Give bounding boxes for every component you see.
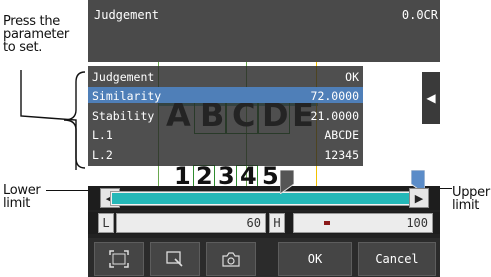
- triangle-left-icon: ◀: [426, 91, 436, 105]
- parameter-panel: Judgement OK Similarity 72.0000 Stabilit…: [88, 66, 363, 166]
- lower-handle-icon: [279, 169, 295, 195]
- param-row-judgement[interactable]: Judgement OK: [88, 68, 363, 84]
- param-key: L.2: [92, 148, 113, 162]
- ok-button-label: OK: [307, 252, 323, 266]
- header-title: Judgement: [94, 8, 160, 22]
- annotation-line-3: to set.: [3, 40, 43, 55]
- param-key: Stability: [92, 109, 155, 123]
- param-row-l2[interactable]: L.2 12345: [88, 146, 363, 162]
- cancel-button-label: Cancel: [375, 252, 419, 266]
- slider-increase-button[interactable]: ▶: [409, 188, 429, 208]
- upper-limit-value: 100: [406, 216, 428, 230]
- lower-limit-tag: L: [98, 213, 114, 233]
- param-value: OK: [345, 70, 359, 84]
- param-row-stability[interactable]: Stability 21.0000: [88, 107, 363, 123]
- param-key: Similarity: [92, 89, 162, 103]
- lower-limit-value: 60: [246, 216, 261, 230]
- lower-limit-tag-label: L: [102, 216, 110, 230]
- param-key: Judgement: [92, 70, 155, 84]
- annotation-upper-line-2: limit: [452, 198, 480, 212]
- param-value: 12345: [324, 148, 359, 162]
- cancel-button[interactable]: Cancel: [358, 242, 436, 276]
- marker-icon: [324, 221, 330, 225]
- param-row-similarity[interactable]: Similarity 72.0000: [88, 87, 363, 103]
- slider-track[interactable]: [110, 191, 416, 206]
- camera-button[interactable]: [206, 242, 256, 276]
- lower-limit-handle[interactable]: [279, 169, 295, 195]
- lower-limit-leader: [46, 190, 88, 191]
- frame-icon: [109, 250, 129, 268]
- digit-box: [236, 165, 258, 188]
- param-value: 21.0000: [310, 109, 359, 123]
- device-screen: Judgement 0.0CR A B C D E 1 2 3 4 5 Judg…: [88, 0, 440, 277]
- upper-limit-field[interactable]: 100: [293, 213, 433, 233]
- camera-icon: [222, 251, 240, 267]
- ok-button[interactable]: OK: [278, 242, 352, 276]
- frame-button[interactable]: [94, 242, 144, 276]
- digit-box: [193, 165, 215, 188]
- triangle-right-icon: ▶: [414, 191, 424, 205]
- zoom-button[interactable]: [150, 242, 200, 276]
- param-key: L.1: [92, 128, 113, 142]
- parameter-brace: [20, 70, 86, 170]
- annotation-lower-line-2: limit: [3, 196, 31, 211]
- header-value: 0.0CR: [401, 8, 438, 22]
- slider-range-fill: [112, 193, 415, 204]
- upper-limit-tag-label: H: [273, 216, 281, 230]
- annotation-lower-limit: Lower limit: [3, 184, 41, 211]
- param-value: ABCDE: [324, 128, 359, 142]
- zoom-icon: [166, 251, 183, 267]
- lower-limit-field[interactable]: 60: [116, 213, 266, 233]
- param-value: 72.0000: [310, 89, 359, 103]
- upper-limit-tag: H: [269, 213, 285, 233]
- annotation-upper-limit: Upper limit: [452, 186, 491, 212]
- collapse-panel-button[interactable]: ◀: [422, 72, 440, 124]
- annotation-press-parameter: Press the parameter to set.: [3, 15, 69, 54]
- header-bar: Judgement 0.0CR: [88, 0, 440, 62]
- param-row-l1[interactable]: L.1 ABCDE: [88, 126, 363, 142]
